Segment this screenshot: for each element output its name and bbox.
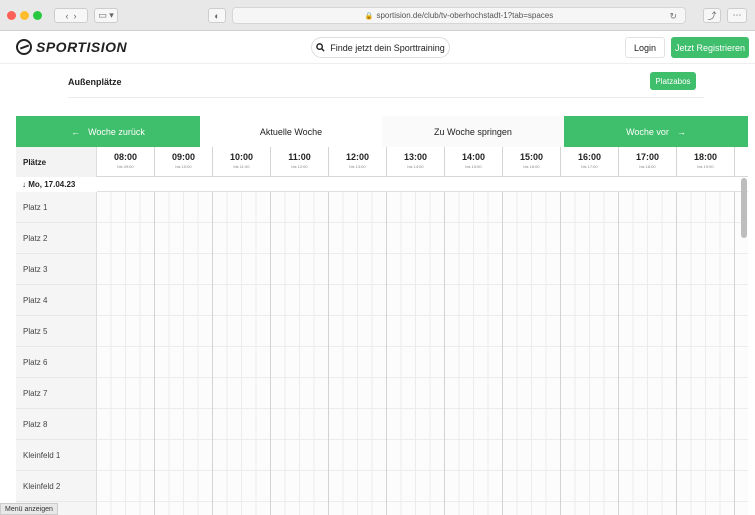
arrow-left-icon: ←	[71, 126, 81, 137]
place-row-label: Platz 6	[16, 347, 96, 378]
week-forward-button[interactable]: Woche vor →	[564, 116, 748, 147]
zoom-window-button[interactable]	[33, 11, 42, 20]
sidebar-toggle-icon[interactable]: ▭ ▾	[94, 8, 118, 23]
search-icon	[316, 43, 325, 52]
hour-sublabel: bis 09:00	[117, 164, 134, 169]
hour-sublabel: bis 14:00	[407, 164, 424, 169]
hour-sublabel: bis 12:00	[291, 164, 308, 169]
hour-label: 10:00	[229, 152, 254, 162]
platzabos-button[interactable]: Platzabos	[650, 72, 696, 90]
hour-label: 15:00	[519, 152, 544, 162]
hour-column-header: 16:00 bis 17:00	[561, 147, 619, 177]
menu-toggle-button[interactable]: Menü anzeigen	[0, 503, 58, 515]
place-row-label: Platz 5	[16, 316, 96, 347]
hour-column-header: 10:00 bis 11:00	[213, 147, 271, 177]
hour-column-header: 17:00 bis 18:00	[619, 147, 677, 177]
place-row-label: Platz 2	[16, 223, 96, 254]
place-row-label: Platz 3	[16, 254, 96, 285]
date-text: Mo, 17.04.23	[28, 180, 76, 189]
hour-column-header: 12:00 bis 13:00	[329, 147, 387, 177]
places-header: Plätze	[16, 147, 97, 177]
place-row-label: Kleinfeld 1	[16, 440, 96, 471]
hour-column-header: 14:00 bis 15:00	[445, 147, 503, 177]
place-row-label: Platz 1	[16, 192, 96, 223]
share-icon[interactable]: ⤴	[703, 8, 721, 23]
arrow-down-icon: ↓	[22, 180, 26, 189]
site-header: SPORTISION Finde jetzt dein Sporttrainin…	[0, 31, 755, 64]
section-title: Außenplätze	[68, 77, 122, 87]
arrow-right-icon: →	[676, 126, 686, 137]
place-row-label: Platz 4	[16, 285, 96, 316]
hour-sublabel: bis 17:00	[581, 164, 598, 169]
hour-sublabel: bis 19:00	[697, 164, 714, 169]
logo-text: SPORTISION	[36, 39, 128, 55]
hour-label: 18:00	[693, 152, 718, 162]
section-header: Außenplätze Platzabos	[68, 72, 704, 98]
hour-column-header: 11:00 bis 12:00	[271, 147, 329, 177]
address-bar[interactable]: 🔒 sportision.de/club/tv-oberhochstadt-1?…	[232, 7, 686, 24]
scrollbar[interactable]	[741, 178, 747, 238]
hour-label: 11:00	[288, 152, 311, 162]
privacy-shield-icon[interactable]: ◐	[208, 8, 226, 23]
hour-label: 16:00	[577, 152, 602, 162]
search-button[interactable]: Finde jetzt dein Sporttraining	[311, 37, 450, 58]
hour-column-header: 09:00 bis 10:00	[155, 147, 213, 177]
week-back-label: Woche zurück	[88, 126, 145, 137]
hour-column-header: 15:00 bis 16:00	[503, 147, 561, 177]
browser-toolbar: ‹ › ▭ ▾ ◐ 🔒 sportision.de/club/tv-oberho…	[0, 0, 755, 31]
week-back-button[interactable]: ← Woche zurück	[16, 116, 200, 147]
lock-icon: 🔒	[364, 12, 374, 20]
tab-overview-icon[interactable]: ⋯	[727, 8, 747, 23]
hour-label: 08:00	[113, 152, 138, 162]
minimize-window-button[interactable]	[20, 11, 29, 20]
login-button[interactable]: Login	[625, 37, 665, 58]
hour-sublabel: bis 10:00	[175, 164, 192, 169]
booking-grid: Plätze 08:00 bis 09:00 09:00 bis 10:00 10:00…	[16, 147, 748, 515]
place-row-label: Platz 8	[16, 409, 96, 440]
jump-to-week-button[interactable]: Zu Woche springen	[382, 116, 564, 147]
hour-column-header: 18:00 bis 19:00	[677, 147, 735, 177]
current-week-button[interactable]: Aktuelle Woche	[200, 116, 382, 147]
hour-sublabel: bis 16:00	[523, 164, 540, 169]
date-row: ↓ Mo, 17.04.23	[16, 177, 748, 192]
search-label: Finde jetzt dein Sporttraining	[330, 42, 445, 53]
hour-sublabel: bis 15:00	[465, 164, 482, 169]
hour-sublabel: bis 11:00	[233, 164, 250, 169]
url-text: sportision.de/club/tv-oberhochstadt-1?ta…	[376, 11, 554, 20]
place-row-label: Platz 7	[16, 378, 96, 409]
hour-column-header: 08:00 bis 09:00	[97, 147, 155, 177]
week-forward-label: Woche vor	[626, 126, 669, 137]
logo-icon	[16, 39, 32, 55]
sportision-logo[interactable]: SPORTISION	[16, 39, 127, 55]
hours-header: Plätze 08:00 bis 09:00 09:00 bis 10:00 10:00…	[16, 147, 748, 177]
register-button[interactable]: Jetzt Registrieren	[671, 37, 749, 58]
hour-label: 13:00	[403, 152, 428, 162]
place-row-label: Kleinfeld 2	[16, 471, 96, 502]
hour-sublabel: bis 18:00	[639, 164, 656, 169]
hour-label: 09:00	[171, 152, 196, 162]
places-column: Platz 1 Platz 2 Platz 3 Platz 4 Platz 5 Platz…	[16, 192, 97, 515]
date-label[interactable]: ↓ Mo, 17.04.23	[16, 177, 97, 192]
close-window-button[interactable]	[7, 11, 16, 20]
week-navigation: ← Woche zurück Aktuelle Woche Zu Woche s…	[16, 116, 748, 147]
hour-column-header: 13:00 bis 14:00	[387, 147, 445, 177]
slot-grid[interactable]	[97, 192, 748, 515]
hour-label: 12:00	[345, 152, 370, 162]
hour-sublabel: bis 13:00	[349, 164, 366, 169]
hour-label: 17:00	[635, 152, 660, 162]
back-forward-buttons[interactable]: ‹ ›	[54, 8, 88, 23]
hour-label: 14:00	[461, 152, 486, 162]
reload-icon[interactable]: ↻	[669, 11, 677, 22]
